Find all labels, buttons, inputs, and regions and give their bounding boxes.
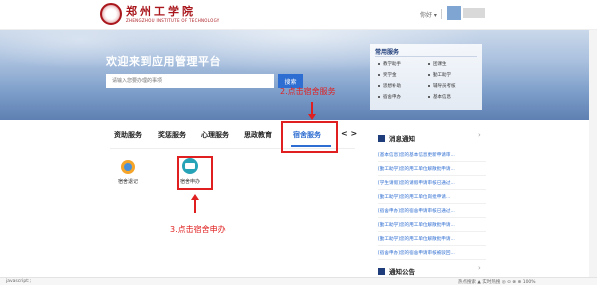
bullet-icon — [378, 84, 380, 87]
quick-link[interactable]: 团课生 — [428, 60, 478, 67]
quick-link[interactable]: 宿舍申办 — [378, 93, 428, 100]
user-menu[interactable]: 你好 ▾ — [420, 10, 437, 19]
page-title: 欢迎来到应用管理平台 — [106, 55, 221, 68]
common-services-title: 常用服务 — [375, 49, 400, 56]
header-divider — [441, 9, 442, 19]
annotation-step2: 2.点击宿舍服务 — [280, 87, 336, 96]
bullet-icon — [378, 62, 380, 65]
bullet-icon — [428, 73, 430, 76]
browser-status-bar: javascript:; 热点搜索 ▲ 实时热搜 ◎ ⊙ ⊗ ⊕ 100% — [0, 277, 597, 285]
status-tools[interactable]: 热点搜索 ▲ 实时热搜 ◎ ⊙ ⊗ ⊕ 100% — [458, 279, 536, 285]
annotation-arrow-shaft — [194, 199, 196, 213]
annotation-highlight-box — [281, 121, 338, 153]
annotation-step3: 3.点击宿舍申办 — [170, 225, 226, 234]
quick-link[interactable]: 奖学金 — [378, 71, 428, 78]
annotation-arrow-down-icon — [308, 114, 316, 120]
bullet-icon — [428, 95, 430, 98]
quick-link[interactable]: 思想补助 — [378, 82, 428, 89]
school-logo[interactable]: 郑州工学院 ZHENGZHOU INSTITUTE OF TECHNOLOGY — [100, 3, 220, 25]
tab-rewards[interactable]: 奖惩服务 — [158, 130, 186, 140]
logo-name-cn: 郑州工学院 — [126, 4, 196, 18]
notice-item[interactable]: [基本信息]您的基本信息更新申请审... — [378, 148, 486, 162]
bullet-icon — [428, 84, 430, 87]
notice-icon — [378, 134, 385, 142]
notice-item[interactable]: [勤工助学]您的用工单位解散批申请... — [378, 162, 486, 176]
hero-banner: 欢迎来到应用管理平台 搜索 常用服务 教学助手 团课生 奖学金 勤工助学 思想补… — [0, 30, 597, 120]
school-seal-icon — [100, 3, 122, 25]
dorm-checkout-icon — [121, 160, 135, 174]
notice-item[interactable]: [勤工助学]您的用工单位解散批申请... — [378, 232, 486, 246]
quick-link[interactable]: 基本信息 — [428, 93, 478, 100]
notice-item[interactable]: [宿舍申办]您的宿舍申请审核已通过... — [378, 204, 486, 218]
bullet-icon — [378, 73, 380, 76]
logo-name-en: ZHENGZHOU INSTITUTE OF TECHNOLOGY — [126, 17, 220, 23]
announce-title: 通知公告 — [389, 268, 415, 276]
announce-more-chevron-icon[interactable]: › — [478, 264, 481, 272]
search-input[interactable] — [106, 74, 274, 88]
common-services-panel: 常用服务 教学助手 团课生 奖学金 勤工助学 思想补助 辅导员考核 宿舍申办 基… — [370, 44, 482, 110]
announce-header: 通知公告 — [378, 266, 415, 276]
notice-more-chevron-icon[interactable]: › — [478, 131, 481, 139]
notice-item[interactable]: [勤工助学]您的用工单位解散批申请... — [378, 218, 486, 232]
announce-icon — [378, 267, 385, 275]
page-scrollbar[interactable] — [589, 30, 597, 277]
avatar[interactable] — [447, 6, 461, 20]
tab-ideology[interactable]: 思政教育 — [244, 130, 272, 140]
service-dorm-checkout[interactable]: 宿舍退记 — [118, 160, 138, 185]
bullet-icon — [428, 62, 430, 65]
quick-link[interactable]: 教学助手 — [378, 60, 428, 67]
notice-item[interactable]: [勤工助学]您的用工单位岗批申请... — [378, 190, 486, 204]
notice-item[interactable]: [学生请假]您的请假申请审核已通过... — [378, 176, 486, 190]
tab-psychology[interactable]: 心理服务 — [201, 130, 229, 140]
quick-link[interactable]: 辅导员考核 — [428, 82, 478, 89]
notice-title: 消息通知 — [389, 135, 415, 143]
quick-link[interactable]: 勤工助学 — [428, 71, 478, 78]
bullet-icon — [378, 95, 380, 98]
panel-divider — [375, 56, 477, 57]
tab-scroll-arrows[interactable]: < > — [341, 129, 357, 138]
annotation-highlight-box — [177, 156, 213, 190]
username-redacted — [463, 8, 485, 18]
tab-financial-aid[interactable]: 资助服务 — [114, 130, 142, 140]
top-header: 郑州工学院 ZHENGZHOU INSTITUTE OF TECHNOLOGY … — [0, 0, 597, 30]
notice-header: 消息通知 — [378, 133, 415, 143]
status-url: javascript:; — [6, 279, 32, 284]
notice-item[interactable]: [宿舍申办]您的宿舍申请审核被驳回... — [378, 246, 486, 260]
notice-list: [基本信息]您的基本信息更新申请审... [勤工助学]您的用工单位解散批申请..… — [378, 148, 486, 260]
